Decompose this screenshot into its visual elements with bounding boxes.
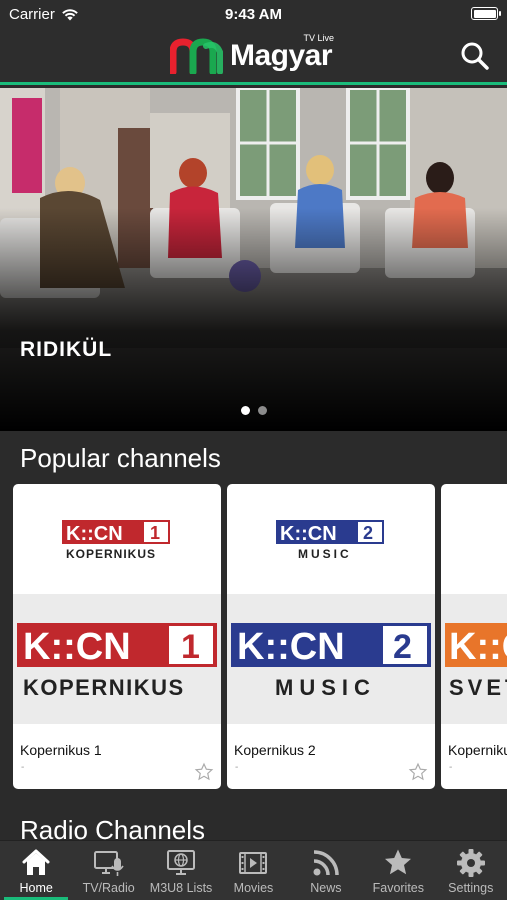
hero-image <box>0 88 507 431</box>
status-time: 9:43 AM <box>225 6 282 23</box>
m3u8-list-icon <box>167 850 196 875</box>
tab-label: Settings <box>448 881 494 895</box>
channel-name: Kopernikus <box>448 742 507 758</box>
tab-tv-radio[interactable]: TV/Radio <box>72 841 144 900</box>
channel-logo-small: K::CN 2 MUSIC <box>276 520 384 561</box>
svg-text:K::CN: K::CN <box>66 523 123 545</box>
svg-text:KOPERNIKUS: KOPERNIKUS <box>23 675 185 700</box>
channel-logo-small: K:: SV <box>470 517 507 561</box>
channel-logo-large: K::CN 2 MUSIC <box>231 623 431 700</box>
channel-card[interactable]: K:: SV K::CN SVET Kopernikus - <box>441 484 507 789</box>
logo-mark-icon <box>170 38 223 74</box>
channel-subtitle: - <box>235 762 239 773</box>
svg-text:K::CN: K::CN <box>280 523 337 545</box>
movies-icon <box>239 852 268 874</box>
hero-banner[interactable]: RIDIKÜL <box>0 88 507 431</box>
svg-text:1: 1 <box>181 628 200 666</box>
logo-text: Magyar <box>230 39 333 72</box>
tab-label: TV/Radio <box>82 881 135 895</box>
tab-m3u8-lists[interactable]: M3U8 Lists <box>145 841 217 900</box>
svg-text:1: 1 <box>150 523 160 543</box>
app-logo: Magyar TV Live <box>170 33 335 76</box>
popular-channels-heading: Popular channels <box>20 443 221 473</box>
channel-card[interactable]: K::CN 2 MUSIC K::CN 2 MUSIC Kopernikus 2… <box>227 484 435 789</box>
tab-news[interactable]: News <box>290 841 362 900</box>
tab-label: News <box>310 881 342 895</box>
svg-text:K::CN: K::CN <box>449 626 507 668</box>
channel-name: Kopernikus 1 <box>20 742 102 758</box>
svg-text:2: 2 <box>363 523 373 543</box>
search-icon[interactable] <box>459 40 491 72</box>
favorite-star-icon[interactable] <box>194 762 214 782</box>
page-dot-2[interactable] <box>257 406 267 415</box>
home-icon <box>22 849 50 875</box>
popular-channels-carousel[interactable]: K::CN 1 KOPERNIKUS K::CN 1 KOPERNIKUS Ko… <box>13 484 507 790</box>
svg-text:2: 2 <box>393 628 412 666</box>
tab-label: Home <box>19 881 53 895</box>
favorite-star-icon[interactable] <box>408 762 428 782</box>
tab-label: Favorites <box>372 881 425 895</box>
app-header: Magyar TV Live <box>0 30 507 85</box>
channel-card[interactable]: K::CN 1 KOPERNIKUS K::CN 1 KOPERNIKUS Ko… <box>13 484 221 789</box>
svg-text:MUSIC: MUSIC <box>275 675 376 700</box>
battery-icon <box>471 7 501 20</box>
page-indicator[interactable] <box>0 406 507 415</box>
svg-text:KOPERNIKUS: KOPERNIKUS <box>66 547 156 561</box>
tab-movies[interactable]: Movies <box>217 841 289 900</box>
tab-favorites[interactable]: Favorites <box>362 841 434 900</box>
tab-label: M3U8 Lists <box>149 881 213 895</box>
rss-icon <box>313 850 339 876</box>
bottom-tab-bar: Home TV/Radio M3U8 Lists Movies News Fav… <box>0 840 507 900</box>
svg-text:K::CN: K::CN <box>237 626 345 668</box>
svg-text:K::CN: K::CN <box>23 626 131 668</box>
star-icon <box>385 849 412 875</box>
status-bar: Carrier 9:43 AM <box>0 0 507 30</box>
channel-logo-large: K::CN SVET <box>445 623 507 700</box>
channel-logo-small: K::CN 1 KOPERNIKUS <box>62 520 170 561</box>
svg-text:MUSIC: MUSIC <box>298 547 352 561</box>
page-dot-1[interactable] <box>240 406 250 415</box>
tab-settings[interactable]: Settings <box>435 841 507 900</box>
channel-name: Kopernikus 2 <box>234 742 316 758</box>
channel-subtitle: - <box>449 762 453 773</box>
gear-icon <box>456 849 485 877</box>
tab-label: Movies <box>233 881 274 895</box>
channel-logo-large: K::CN 1 KOPERNIKUS <box>17 623 217 700</box>
hero-title: RIDIKÜL <box>20 338 113 361</box>
svg-text:SVET: SVET <box>449 675 507 700</box>
channel-subtitle: - <box>21 762 25 773</box>
tv-radio-icon <box>93 851 124 876</box>
tab-home[interactable]: Home <box>0 841 72 900</box>
logo-subtext: TV Live <box>303 33 335 43</box>
